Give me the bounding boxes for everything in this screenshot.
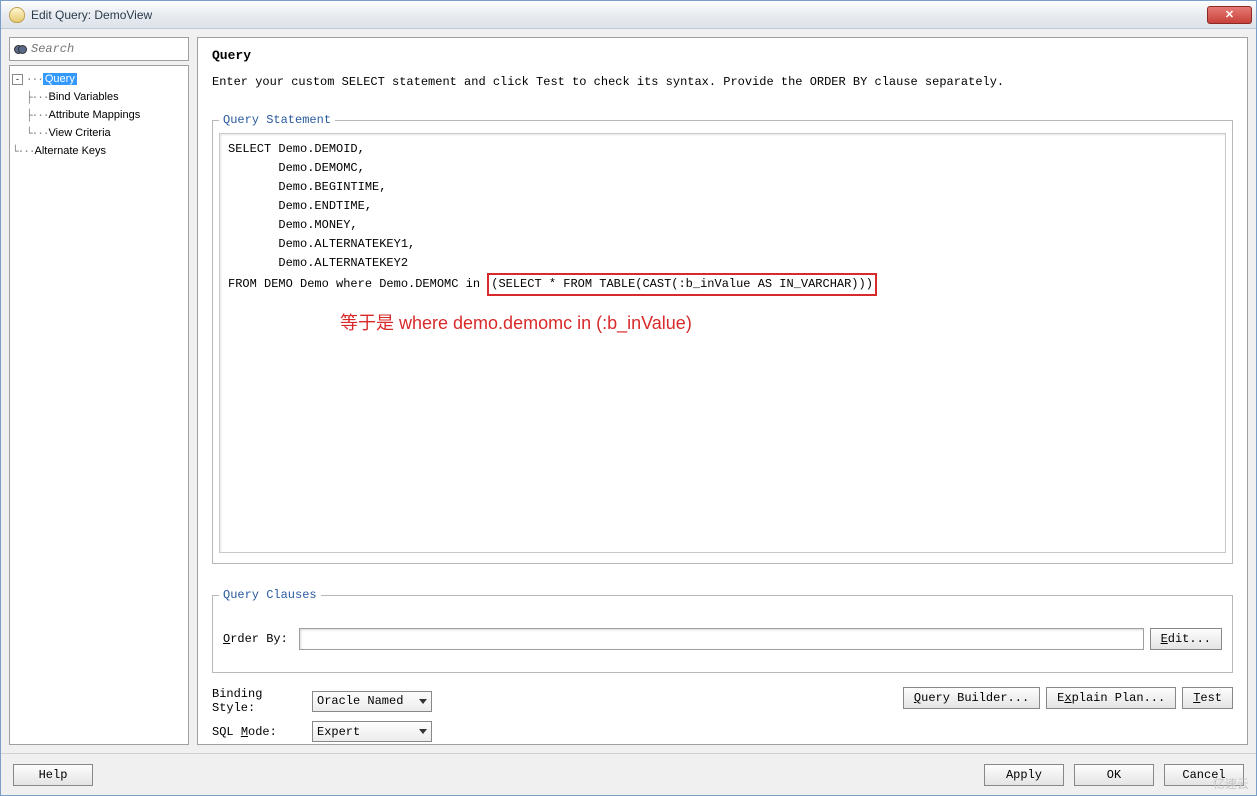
help-button[interactable]: Help (13, 764, 93, 786)
tree-item-view-criteria[interactable]: └··· View Criteria (12, 124, 186, 142)
sql-line: Demo.BEGINTIME, (228, 178, 1217, 197)
window-title: Edit Query: DemoView (31, 8, 1207, 22)
apply-button[interactable]: Apply (984, 764, 1064, 786)
tree-item-alternate-keys[interactable]: └··· Alternate Keys (12, 142, 186, 160)
sql-mode-value: Expert (317, 725, 360, 739)
query-clauses-group: Query Clauses Order By: Edit... (212, 588, 1233, 673)
dialog-window: Edit Query: DemoView ✕ - ··· Query ├··· … (0, 0, 1257, 796)
tree-item-attribute-mappings[interactable]: ├··· Attribute Mappings (12, 106, 186, 124)
sql-from-line: FROM DEMO Demo where Demo.DEMOMC in (SEL… (228, 273, 1217, 296)
sql-mode-label: SQL Mode: (212, 725, 312, 739)
dialog-body: - ··· Query ├··· Bind Variables ├··· Att… (1, 29, 1256, 753)
sql-mode-select[interactable]: Expert (312, 721, 432, 742)
dialog-footer: Help Apply OK Cancel (1, 753, 1256, 795)
binding-style-select[interactable]: Oracle Named (312, 691, 432, 712)
options-col: Binding Style: Oracle Named SQL Mode: Ex… (212, 687, 432, 742)
tree-label: Alternate Keys (35, 145, 107, 157)
query-statement-group: Query Statement SELECT Demo.DEMOID, Demo… (212, 113, 1233, 564)
nav-tree: - ··· Query ├··· Bind Variables ├··· Att… (9, 65, 189, 745)
tree-item-bind-variables[interactable]: ├··· Bind Variables (12, 88, 186, 106)
tree-label: View Criteria (49, 127, 111, 139)
orderby-input[interactable] (299, 628, 1144, 650)
panel-title: Query (212, 48, 1233, 63)
tree-label: Query (43, 73, 77, 85)
sql-highlighted-clause: (SELECT * FROM TABLE(CAST(:b_inValue AS … (487, 273, 877, 296)
search-box[interactable] (9, 37, 189, 61)
sql-line: Demo.MONEY, (228, 216, 1217, 235)
test-button[interactable]: Test (1182, 687, 1233, 709)
sql-line: Demo.DEMOMC, (228, 159, 1217, 178)
ok-button[interactable]: OK (1074, 764, 1154, 786)
binding-style-row: Binding Style: Oracle Named (212, 687, 432, 715)
footer-right: Apply OK Cancel (984, 764, 1244, 786)
explain-plan-button[interactable]: Explain Plan... (1046, 687, 1176, 709)
titlebar: Edit Query: DemoView ✕ (1, 1, 1256, 29)
sql-line: SELECT Demo.DEMOID, (228, 140, 1217, 159)
binoculars-icon (14, 42, 27, 56)
collapse-icon[interactable]: - (12, 74, 23, 85)
binding-style-value: Oracle Named (317, 694, 403, 708)
edit-orderby-button[interactable]: Edit... (1150, 628, 1222, 650)
search-input[interactable] (31, 42, 184, 56)
orderby-label: Order By: (223, 632, 293, 646)
chevron-down-icon (419, 699, 427, 704)
sql-line: Demo.ENDTIME, (228, 197, 1217, 216)
sql-line: Demo.ALTERNATEKEY1, (228, 235, 1217, 254)
sql-editor[interactable]: SELECT Demo.DEMOID, Demo.DEMOMC, Demo.BE… (219, 133, 1226, 553)
right-panel: Query Enter your custom SELECT statement… (197, 37, 1248, 745)
query-builder-button[interactable]: Query Builder... (903, 687, 1040, 709)
cancel-button[interactable]: Cancel (1164, 764, 1244, 786)
sql-mode-row: SQL Mode: Expert (212, 721, 432, 742)
tree-label: Attribute Mappings (49, 109, 141, 121)
query-clauses-legend: Query Clauses (219, 588, 321, 602)
tree-label: Bind Variables (49, 91, 119, 103)
right-buttons: Query Builder... Explain Plan... Test (903, 687, 1233, 709)
orderby-row: Order By: Edit... (219, 608, 1226, 662)
tree-root-query[interactable]: - ··· Query (12, 70, 186, 88)
binding-style-label: Binding Style: (212, 687, 312, 715)
left-panel: - ··· Query ├··· Bind Variables ├··· Att… (9, 37, 189, 745)
query-statement-legend: Query Statement (219, 113, 335, 127)
options-row: Binding Style: Oracle Named SQL Mode: Ex… (212, 687, 1233, 742)
close-button[interactable]: ✕ (1207, 6, 1252, 24)
app-icon (9, 7, 25, 23)
chevron-down-icon (419, 729, 427, 734)
annotation-text: 等于是 where demo.demomc in (:b_inValue) (340, 309, 692, 335)
sql-line: Demo.ALTERNATEKEY2 (228, 254, 1217, 273)
panel-description: Enter your custom SELECT statement and c… (212, 75, 1233, 89)
